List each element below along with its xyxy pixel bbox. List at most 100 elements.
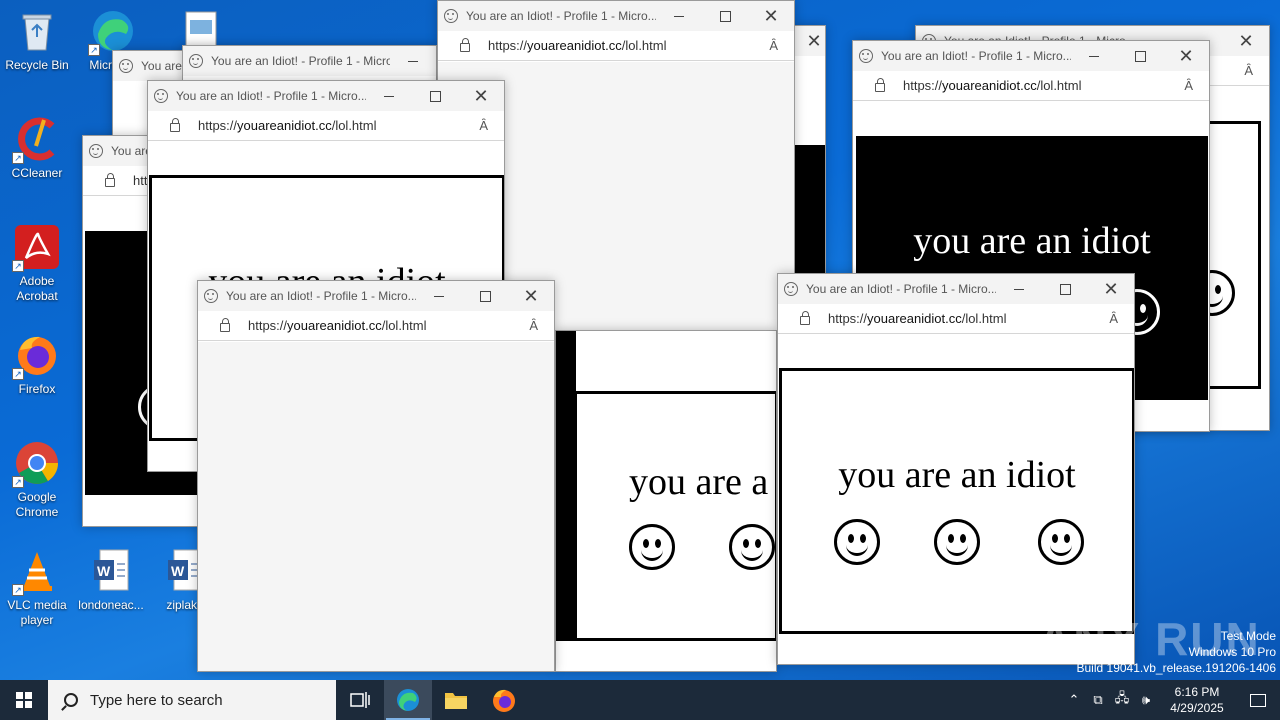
browser-window-front-right[interactable]: You are an Idiot! - Profile 1 - Micro...… [777, 273, 1135, 665]
taskbar-file-explorer-button[interactable] [432, 680, 480, 720]
smiley-face-icon [934, 519, 980, 565]
maximize-icon[interactable] [412, 81, 458, 111]
task-view-button[interactable] [336, 680, 384, 720]
browser-window-mid[interactable]: you are a [555, 330, 777, 672]
url-text[interactable]: https://youareanidiot.cc/lol.html [198, 118, 479, 133]
taskbar-search-box[interactable]: Type here to search [48, 680, 336, 720]
page-content: you are a [556, 331, 776, 671]
title-bar[interactable]: You are an Idiot! - Profile 1 - Micro...… [853, 41, 1209, 71]
address-bar[interactable]: https://youareanidiot.cc/lol.html Ȃ [198, 311, 554, 341]
clock[interactable]: 6:16 PM 4/29/2025 [1158, 684, 1236, 716]
close-icon[interactable]: ✕ [458, 81, 504, 111]
edge-icon [397, 689, 419, 711]
url-text[interactable]: https://youareanidiot.cc/lol.html [903, 78, 1184, 93]
read-aloud-icon[interactable]: Ȃ [1244, 63, 1253, 78]
read-aloud-icon[interactable]: Ȃ [529, 318, 538, 333]
address-bar[interactable]: https://youareanidiot.cc/lol.html Ȃ [148, 111, 504, 141]
taskbar-firefox-button[interactable] [480, 680, 528, 720]
smiley-favicon-icon [119, 59, 133, 73]
notification-center-button[interactable] [1236, 680, 1280, 720]
window-title: You are an Idiot! - Profile 1 - Micro... [881, 49, 1071, 63]
watermark-line: Test Mode [1220, 629, 1276, 643]
desktop-icon-label: londoneac... [78, 598, 144, 612]
svg-text:W: W [171, 563, 185, 579]
minimize-icon[interactable] [390, 46, 436, 76]
desktop-icon-label: Recycle Bin [5, 58, 69, 72]
title-bar[interactable]: You are an Idiot! - Profile 1 - Micro...… [778, 274, 1134, 304]
lock-icon [875, 77, 885, 92]
network-icon[interactable]: 🖧 [1110, 689, 1134, 711]
url-text[interactable]: https://youareanidiot.cc/lol.html [248, 318, 529, 333]
title-bar[interactable]: ✕ [791, 26, 825, 56]
address-bar[interactable]: https://youareanidiot.cc/lol.html Ȃ [853, 71, 1209, 101]
maximize-icon[interactable] [1042, 274, 1088, 304]
close-icon[interactable]: ✕ [1088, 274, 1134, 304]
url-path: /lol.html [961, 311, 1007, 326]
desktop-icon-google-chrome[interactable]: ↗ Google Chrome [0, 440, 74, 520]
url-prefix: https:// [198, 118, 238, 133]
address-bar[interactable]: https://youareanidiot.cc/lol.html Ȃ [438, 31, 794, 61]
url-text[interactable]: https://youareanidiot.cc/lol.html [488, 38, 769, 53]
idiot-panel-edge [556, 331, 576, 641]
smiley-favicon-icon [859, 49, 873, 63]
close-icon[interactable]: ✕ [748, 1, 794, 31]
desktop-icon-ccleaner[interactable]: ↗ CCleaner [0, 116, 74, 181]
close-icon[interactable]: ✕ [791, 26, 825, 56]
chevron-up-icon[interactable]: ⌃ [1062, 692, 1086, 708]
lock-icon [460, 37, 470, 52]
start-button[interactable] [0, 680, 48, 720]
read-aloud-icon[interactable]: Ȃ [769, 38, 778, 53]
ccleaner-icon: ↗ [12, 116, 60, 164]
close-icon[interactable]: ✕ [508, 281, 554, 311]
smiley-face-icon [729, 524, 775, 570]
desktop-icon-vlc[interactable]: ↗ VLC media player [0, 548, 74, 628]
firefox-icon [493, 689, 515, 712]
read-aloud-icon[interactable]: Ȃ [1109, 311, 1118, 326]
url-domain: youareanidiot.cc [527, 38, 622, 53]
idiot-text: you are an idiot [913, 220, 1151, 262]
desktop: Recycle Bin ↗ Micro Ed ↗ CCleaner ↗ Adob… [0, 0, 1280, 680]
title-bar[interactable]: You are an Idiot! - Profile 1 - Micro... [183, 46, 436, 76]
taskbar-edge-button[interactable] [384, 680, 432, 720]
minimize-icon[interactable] [366, 81, 412, 111]
word-document-icon: W [88, 548, 134, 594]
window-title: You are an Idiot! - Profile 1 - Micro... [226, 289, 416, 303]
shortcut-arrow-icon: ↗ [88, 44, 100, 56]
minimize-icon[interactable] [416, 281, 462, 311]
desktop-icon-londoneac[interactable]: W londoneac... [74, 548, 148, 613]
device-icon[interactable]: ⧉ [1086, 692, 1110, 708]
idiot-text: you are an idiot [838, 454, 1076, 496]
smiley-face-icon [834, 519, 880, 565]
url-text[interactable]: https://youareanidiot.cc/lol.html [828, 311, 1109, 326]
minimize-icon[interactable] [996, 274, 1042, 304]
shortcut-arrow-icon: ↗ [12, 368, 24, 380]
desktop-icon-label: CCleaner [11, 166, 63, 180]
desktop-icon-adobe-acrobat[interactable]: ↗ Adobe Acrobat [0, 224, 74, 304]
desktop-icon-firefox[interactable]: ↗ Firefox [0, 332, 74, 397]
desktop-icon-recycle-bin[interactable]: Recycle Bin [0, 8, 74, 73]
vlc-icon: ↗ [12, 548, 60, 596]
browser-window-back-3[interactable]: You are an Idiot! - Profile 1 - Micro... [182, 45, 437, 85]
watermark-line: Windows 10 Pro [1188, 645, 1276, 659]
minimize-icon[interactable] [656, 1, 702, 31]
title-bar[interactable]: You are an Idiot! - Profile 1 - Micro...… [148, 81, 504, 111]
read-aloud-icon[interactable]: Ȃ [1184, 78, 1193, 93]
taskbar: Type here to search ⌃ ⧉ 🖧 🕪 6:16 PM 4/29… [0, 680, 1280, 720]
maximize-icon[interactable] [702, 1, 748, 31]
title-bar[interactable]: You are an Idiot! - Profile 1 - Micro...… [198, 281, 554, 311]
volume-icon[interactable]: 🕪 [1134, 692, 1158, 708]
address-bar[interactable]: https://youareanidiot.cc/lol.html Ȃ [778, 304, 1134, 334]
maximize-icon[interactable] [462, 281, 508, 311]
maximize-icon[interactable] [1117, 41, 1163, 71]
url-path: /lol.html [331, 118, 377, 133]
browser-window-front-left[interactable]: You are an Idiot! - Profile 1 - Micro...… [197, 280, 555, 672]
window-title: You are an Idiot! - Profile 1 - Micro... [211, 54, 390, 68]
minimize-icon[interactable] [1071, 41, 1117, 71]
shortcut-arrow-icon: ↗ [12, 260, 24, 272]
title-bar[interactable]: You are an Idiot! - Profile 1 - Micro...… [438, 1, 794, 31]
close-icon[interactable]: ✕ [1223, 26, 1269, 56]
read-aloud-icon[interactable]: Ȃ [479, 118, 488, 133]
svg-text:W: W [97, 563, 111, 579]
lock-icon [170, 117, 180, 132]
close-icon[interactable]: ✕ [1163, 41, 1209, 71]
